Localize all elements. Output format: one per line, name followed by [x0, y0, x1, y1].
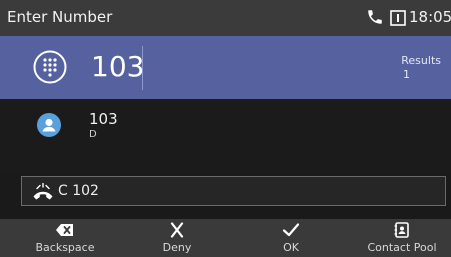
results-count: 1 [403, 68, 410, 81]
phone-icon [368, 10, 382, 24]
list-item[interactable]: 103 D [0, 99, 451, 147]
backspace-icon [56, 224, 73, 236]
ok-button[interactable]: OK [235, 219, 347, 257]
contact-book-icon [394, 222, 409, 238]
search-results-list: 103 D [0, 99, 451, 174]
text-caret [142, 46, 143, 90]
backspace-button[interactable]: Backspace [9, 219, 121, 257]
call-hold-icon [33, 183, 53, 200]
check-icon [282, 223, 300, 237]
close-icon [170, 222, 184, 238]
backspace-label: Backspace [35, 241, 95, 254]
status-bar: Enter Number 18:05 [0, 0, 451, 36]
dialpad-icon[interactable] [33, 50, 67, 84]
number-input-bar[interactable]: 103 Results 1 [0, 36, 451, 99]
softkey-bar: Backspace Deny OK Contact Pool [0, 219, 451, 257]
number-input[interactable]: 103 [91, 50, 144, 84]
active-call-bar[interactable]: C 102 [21, 176, 446, 206]
contact-detail: D [89, 129, 97, 140]
line-status-icon [390, 10, 406, 26]
screen-title: Enter Number [7, 8, 113, 26]
contact-name: 103 [89, 110, 118, 128]
ok-label: OK [283, 241, 299, 254]
contact-pool-button[interactable]: Contact Pool [346, 219, 451, 257]
clock: 18:05 [409, 8, 451, 26]
contact-pool-label: Contact Pool [367, 241, 437, 254]
contact-avatar-icon [37, 113, 61, 137]
active-call-label: C 102 [58, 183, 99, 199]
deny-label: Deny [162, 241, 192, 254]
results-label: Results [401, 54, 441, 67]
deny-button[interactable]: Deny [121, 219, 233, 257]
